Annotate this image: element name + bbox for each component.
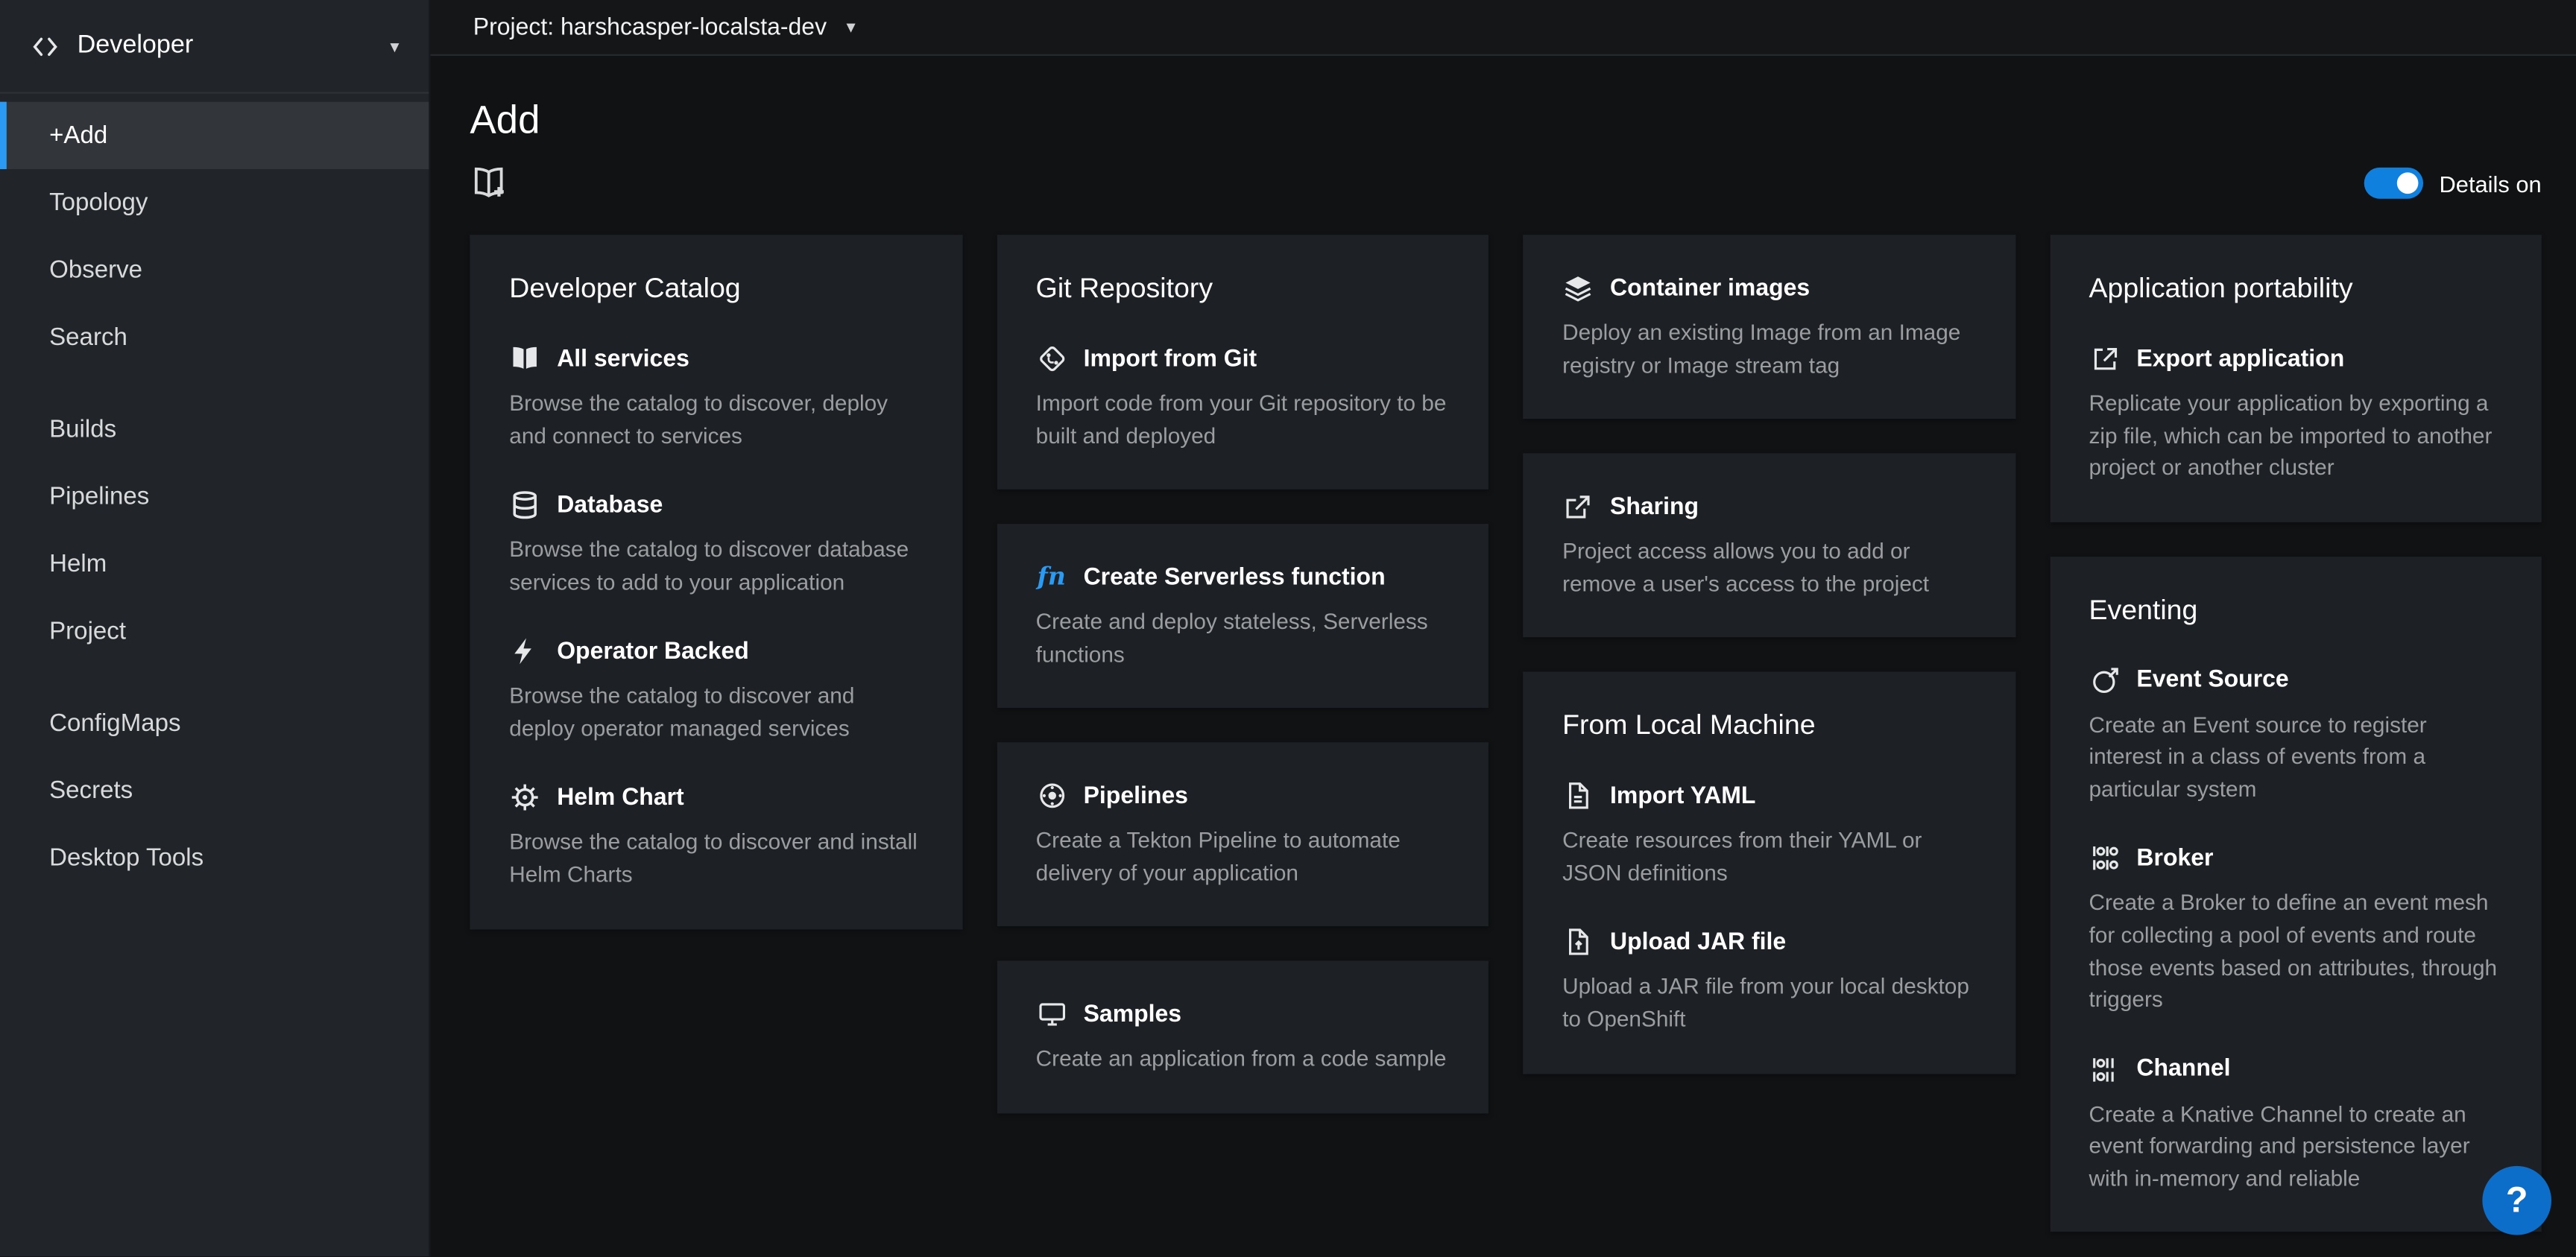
- bolt-icon: [509, 636, 540, 668]
- catalog-icon: [509, 343, 540, 375]
- card-title: Developer Catalog: [509, 273, 922, 305]
- broker-icon: [2089, 843, 2121, 875]
- share-icon: [1562, 491, 1594, 522]
- pipelines-icon: [1036, 780, 1067, 811]
- chevron-down-icon: ▾: [847, 18, 856, 36]
- card-item-upload-jar-file[interactable]: Upload JAR file Upload a JAR file from y…: [1562, 927, 1975, 1036]
- card-title: Application portability: [2089, 273, 2502, 305]
- file-upload-icon: [1562, 927, 1594, 958]
- cards-column-3: Container images Deploy an existing Imag…: [1523, 235, 2015, 1073]
- sidebar-item-add[interactable]: +Add: [0, 102, 429, 169]
- sidebar-item-configmaps[interactable]: ConfigMaps: [0, 690, 429, 757]
- details-toggle-label: Details on: [2440, 170, 2542, 196]
- card-title: Eventing: [2089, 594, 2502, 627]
- details-toggle-wrap: Details on: [2364, 168, 2542, 198]
- card-serverless-function: fn Create Serverless function Create and…: [997, 524, 1489, 708]
- details-toggle[interactable]: [2364, 168, 2422, 198]
- samples-icon: [1036, 999, 1067, 1030]
- card-item-operator-backed[interactable]: Operator Backed Browse the catalog to di…: [509, 636, 922, 745]
- sidebar-item-builds[interactable]: Builds: [0, 396, 429, 463]
- card-item-import-yaml[interactable]: Import YAML Create resources from their …: [1562, 780, 1975, 889]
- sidebar-item-desktop-tools[interactable]: Desktop Tools: [0, 824, 429, 891]
- add-page: Add Details on Developer Catalog: [430, 56, 2576, 1257]
- file-icon: [1562, 780, 1594, 811]
- card-item-export-application[interactable]: Export application Replicate your applic…: [2089, 343, 2502, 484]
- card-from-local-machine: From Local Machine Import YAML Create re…: [1523, 672, 2015, 1073]
- card-item-import-from-git[interactable]: Import from Git Import code from your Gi…: [1036, 343, 1449, 452]
- card-item-all-services[interactable]: All services Browse the catalog to disco…: [509, 343, 922, 452]
- cards-column-2: Git Repository Import from Git Import co…: [997, 235, 1489, 1113]
- helm-icon: [509, 782, 540, 814]
- app-window: Developer ▾ +Add Topology Observe Search…: [0, 0, 2576, 1257]
- project-selector-label: Project: harshcasper-localsta-dev: [473, 14, 827, 40]
- event-source-icon: [2089, 665, 2121, 696]
- project-selector[interactable]: Project: harshcasper-localsta-dev ▾: [473, 14, 856, 40]
- page-header-row: Details on: [470, 164, 2541, 202]
- card-eventing: Eventing Event Source Create an Event so…: [2050, 557, 2542, 1232]
- sidebar-item-helm[interactable]: Helm: [0, 531, 429, 598]
- perspective-label: Developer: [78, 31, 194, 61]
- toggle-knob: [2396, 172, 2419, 194]
- sidebar: Developer ▾ +Add Topology Observe Search…: [0, 0, 430, 1257]
- fn-icon: fn: [1036, 562, 1067, 593]
- card-pipelines: Pipelines Create a Tekton Pipeline to au…: [997, 743, 1489, 927]
- card-item-database[interactable]: Database Browse the catalog to discover …: [509, 490, 922, 598]
- card-title: Git Repository: [1036, 273, 1449, 305]
- card-item-broker[interactable]: Broker Create a Broker to define an even…: [2089, 843, 2502, 1016]
- card-container-images: Container images Deploy an existing Imag…: [1523, 235, 2015, 419]
- card-git-repository: Git Repository Import from Git Import co…: [997, 235, 1489, 490]
- card-item-create-serverless-function[interactable]: fn Create Serverless function Create and…: [1036, 562, 1449, 671]
- chevron-down-icon: ▾: [390, 37, 399, 55]
- card-application-portability: Application portability Export applicati…: [2050, 235, 2542, 522]
- cards-column-1: Developer Catalog All services Browse th…: [470, 235, 962, 928]
- sidebar-item-pipelines[interactable]: Pipelines: [0, 463, 429, 531]
- card-item-event-source[interactable]: Event Source Create an Event source to r…: [2089, 665, 2502, 805]
- export-icon: [2089, 343, 2121, 375]
- cards-column-4: Application portability Export applicati…: [2050, 235, 2542, 1232]
- sidebar-item-search[interactable]: Search: [0, 304, 429, 371]
- card-item-container-images[interactable]: Container images Deploy an existing Imag…: [1562, 273, 1975, 381]
- git-icon: [1036, 343, 1067, 375]
- sidebar-item-topology[interactable]: Topology: [0, 169, 429, 236]
- card-item-channel[interactable]: Channel Create a Knative Channel to crea…: [2089, 1054, 2502, 1194]
- page-title: Add: [470, 98, 2541, 145]
- sidebar-item-project[interactable]: Project: [0, 598, 429, 665]
- sidebar-nav: +Add Topology Observe Search Builds Pipe…: [0, 94, 429, 892]
- code-icon: [30, 31, 61, 62]
- main-area: Project: harshcasper-localsta-dev ▾ Add …: [430, 0, 2576, 1257]
- perspective-switcher[interactable]: Developer ▾: [0, 0, 429, 94]
- database-icon: [509, 490, 540, 521]
- sidebar-item-secrets[interactable]: Secrets: [0, 757, 429, 824]
- add-cards-grid: Developer Catalog All services Browse th…: [470, 235, 2541, 1232]
- card-item-sharing[interactable]: Sharing Project access allows you to add…: [1562, 491, 1975, 600]
- quick-starts-icon[interactable]: [470, 164, 508, 202]
- card-item-pipelines[interactable]: Pipelines Create a Tekton Pipeline to au…: [1036, 780, 1449, 889]
- channel-icon: [2089, 1054, 2121, 1085]
- card-title: From Local Machine: [1562, 710, 1975, 743]
- project-bar: Project: harshcasper-localsta-dev ▾: [430, 0, 2576, 56]
- layers-icon: [1562, 273, 1594, 304]
- card-item-samples[interactable]: Samples Create an application from a cod…: [1036, 999, 1449, 1076]
- card-item-helm-chart[interactable]: Helm Chart Browse the catalog to discove…: [509, 782, 922, 891]
- card-sharing: Sharing Project access allows you to add…: [1523, 454, 2015, 638]
- card-developer-catalog: Developer Catalog All services Browse th…: [470, 235, 962, 928]
- sidebar-item-observe[interactable]: Observe: [0, 236, 429, 303]
- card-samples: Samples Create an application from a cod…: [997, 961, 1489, 1113]
